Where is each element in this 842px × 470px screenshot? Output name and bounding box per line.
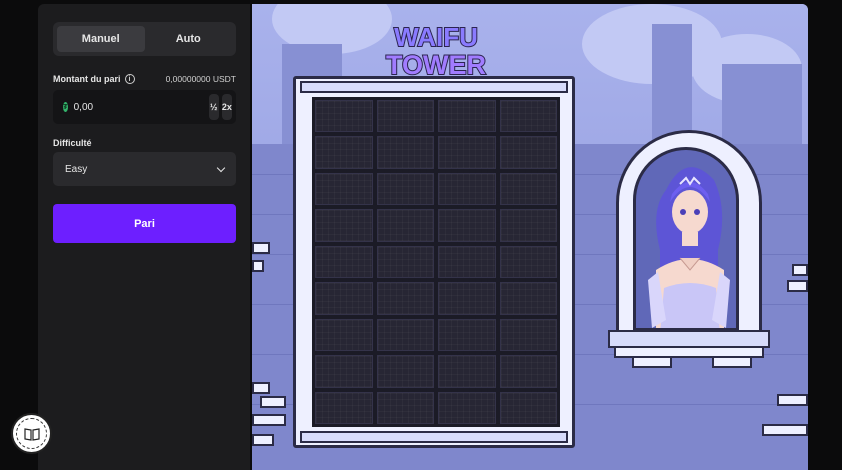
tower-tile[interactable] (499, 100, 557, 133)
bet-panel: Manuel Auto Montant du pari i 0,00000000… (38, 4, 250, 470)
tower-tile[interactable] (438, 245, 496, 279)
tower-tile[interactable] (499, 355, 557, 388)
app-root: Manuel Auto Montant du pari i 0,00000000… (0, 0, 842, 470)
tower-tile[interactable] (315, 282, 373, 315)
tower-tile[interactable] (438, 282, 496, 315)
tower-tile[interactable] (376, 245, 434, 279)
bet-button[interactable]: Pari (53, 204, 236, 243)
difficulty-value: Easy (65, 163, 88, 175)
bet-amount-label-wrap: Montant du pari i (53, 74, 135, 84)
window-sill-base (614, 346, 764, 358)
tower-tile[interactable] (499, 391, 557, 424)
tower-tile[interactable] (438, 136, 496, 169)
tower-tile[interactable] (376, 282, 434, 315)
tower-tile[interactable] (315, 391, 373, 424)
tower-top-ledge (300, 81, 568, 93)
balance-display: 0,00000000 USDT (165, 74, 236, 84)
tower-tile[interactable] (438, 209, 496, 242)
waifu-character (633, 147, 739, 331)
usdt-coin-icon: ₮ (63, 102, 68, 112)
tower-tile[interactable] (438, 172, 496, 206)
brick-decoration (252, 242, 270, 254)
tower-tile[interactable] (315, 172, 373, 206)
auto-mode-button[interactable]: Auto (145, 26, 233, 52)
tower-tile[interactable] (499, 136, 557, 169)
tower-tile[interactable] (499, 282, 557, 315)
tower-tile[interactable] (315, 318, 373, 352)
tower-tile[interactable] (315, 136, 373, 169)
site-badge-logo (11, 413, 52, 454)
tower-tile[interactable] (499, 209, 557, 242)
tower-tile[interactable] (376, 209, 434, 242)
brick-decoration (787, 280, 808, 292)
waifu-tower-logo: WAIFU TOWER (376, 18, 496, 81)
tower-tile[interactable] (376, 391, 434, 424)
tower-tile[interactable] (438, 318, 496, 352)
brick-decoration (252, 434, 274, 446)
game-area: WAIFU TOWER (252, 4, 808, 470)
bet-amount-input[interactable] (73, 101, 206, 113)
tower-frame (293, 76, 575, 448)
bet-amount-field: ₮ ½ 2x (53, 90, 236, 124)
brick-decoration (762, 424, 808, 436)
brick-decoration (252, 260, 264, 272)
logo-line-1: WAIFU (394, 22, 478, 52)
tower-tile[interactable] (438, 100, 496, 133)
tower-window (616, 130, 762, 334)
bet-amount-header: Montant du pari i 0,00000000 USDT (53, 74, 236, 84)
info-icon[interactable]: i (124, 74, 135, 84)
half-bet-button[interactable]: ½ (208, 94, 219, 120)
tower-tile[interactable] (315, 355, 373, 388)
tower-tile[interactable] (376, 100, 434, 133)
brick-decoration (252, 414, 286, 426)
difficulty-select[interactable]: Easy (53, 152, 236, 186)
manual-mode-button[interactable]: Manuel (57, 26, 145, 52)
brick-decoration (252, 382, 270, 394)
tower-tile[interactable] (499, 318, 557, 352)
tower-tile[interactable] (438, 391, 496, 424)
tower-tile[interactable] (315, 209, 373, 242)
mode-toggle: Manuel Auto (53, 22, 236, 56)
tower-tile[interactable] (315, 245, 373, 279)
brick-decoration (260, 396, 286, 408)
difficulty-label: Difficulté (53, 138, 92, 148)
tower-tile[interactable] (499, 172, 557, 206)
tower-tile[interactable] (438, 355, 496, 388)
tower-tile[interactable] (315, 100, 373, 133)
bet-amount-label: Montant du pari (53, 74, 121, 84)
double-bet-button[interactable]: 2x (221, 94, 232, 120)
tower-bottom-ledge (300, 431, 568, 443)
brick-decoration (792, 264, 808, 276)
tower-tile[interactable] (376, 355, 434, 388)
tower-tile[interactable] (376, 172, 434, 206)
tower-tile[interactable] (376, 136, 434, 169)
castle-silhouette (652, 24, 692, 144)
badge-emblem-icon (16, 418, 47, 449)
tower-tile[interactable] (499, 245, 557, 279)
tower-tile[interactable] (376, 318, 434, 352)
tower-grid (312, 97, 560, 427)
chevron-down-icon (216, 163, 226, 172)
brick-decoration (777, 394, 808, 406)
